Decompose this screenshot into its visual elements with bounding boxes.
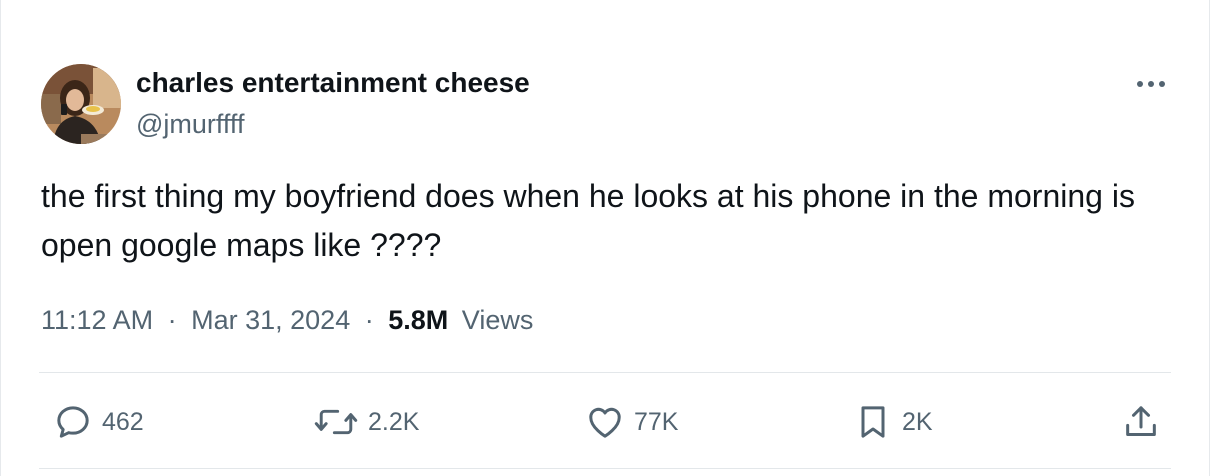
share-button[interactable]	[1121, 400, 1161, 444]
tweet-time[interactable]: 11:12 AM	[41, 305, 153, 335]
heart-icon	[589, 407, 621, 438]
tweet-meta: 11:12 AM · Mar 31, 2024 · 5.8M Views	[41, 302, 533, 338]
reply-bubble-icon	[57, 406, 89, 438]
divider	[39, 372, 1171, 373]
retweet-icon	[314, 409, 358, 435]
reply-button[interactable]: 462	[53, 400, 144, 444]
bookmark-button[interactable]: 2K	[853, 400, 933, 444]
previous-tweet-fragment: ....	[151, 0, 192, 6]
avatar[interactable]	[41, 64, 121, 144]
meta-separator: ·	[364, 305, 374, 335]
tweet-card: .... charles entertainment cheese @jmurf…	[0, 0, 1210, 476]
views-count[interactable]: 5.8M	[388, 305, 448, 335]
bookmark-count: 2K	[902, 407, 933, 436]
retweet-button[interactable]: 2.2K	[313, 400, 419, 444]
reply-count: 462	[102, 407, 144, 436]
divider	[39, 468, 1171, 469]
more-options-button[interactable]	[1129, 68, 1173, 100]
tweet-date[interactable]: Mar 31, 2024	[191, 305, 350, 335]
author-display-name[interactable]: charles entertainment cheese	[136, 66, 530, 100]
bookmark-icon	[861, 406, 885, 438]
tweet-text: the first thing my boyfriend does when h…	[41, 178, 1135, 263]
author-handle[interactable]: @jmurffff	[136, 107, 244, 141]
meta-separator: ·	[167, 305, 177, 335]
views-label: Views	[461, 305, 534, 335]
retweet-count: 2.2K	[368, 407, 420, 436]
profile-photo	[41, 64, 121, 144]
like-count: 77K	[634, 407, 679, 436]
more-dots-icon	[1137, 81, 1165, 87]
share-icon	[1126, 406, 1156, 436]
like-button[interactable]: 77K	[585, 400, 678, 444]
